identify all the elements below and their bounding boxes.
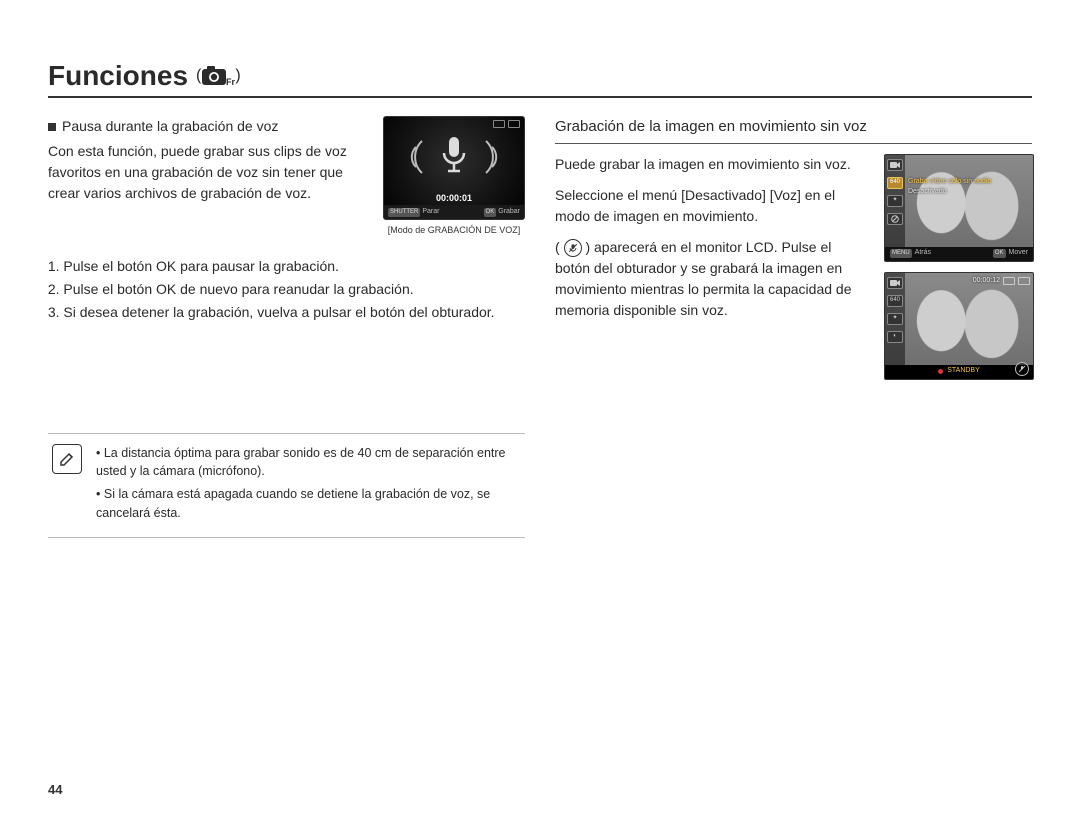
standby-top-status: 00:00:12 (973, 276, 1030, 287)
content-columns: Pausa durante la grabación de voz Con es… (48, 116, 1032, 538)
menu-footer-right: OKMover (993, 248, 1028, 259)
note-item: Si la cámara está apagada cuando se deti… (96, 485, 521, 523)
voice-screen: 00:00:01 SHUTTER Parar OK Grabar (383, 116, 525, 220)
right-heading: Grabación de la imagen en movimiento sin… (555, 116, 1032, 144)
footer-left-action: SHUTTER Parar (388, 207, 439, 218)
bullet-square-icon (48, 123, 56, 131)
ok-key-badge: OK (993, 249, 1006, 258)
left-column: Pausa durante la grabación de voz Con es… (48, 116, 525, 538)
title-camera-fn-icon: ( Fn ) (196, 65, 241, 87)
couple-photo-bg (885, 273, 1033, 379)
left-intro-block: Pausa durante la grabación de voz Con es… (48, 116, 525, 238)
battery-icon (1018, 277, 1030, 285)
page-title-row: Funciones ( Fn ) (48, 60, 1032, 98)
step-item: Si desea detener la grabación, vuelva a … (63, 302, 525, 323)
right-p1: Puede grabar la imagen en movimiento sin… (555, 154, 870, 175)
steps-list: Pulse el botón OK para pausar la grabaci… (48, 256, 525, 323)
menu-title-line: Graba vídeo sólo sin audio (908, 177, 991, 188)
left-icon-strip: 640 ✦ (885, 155, 905, 247)
right-column: Grabación de la imagen en movimiento sin… (555, 116, 1032, 538)
record-dot-icon (938, 369, 943, 374)
voice-screen-footer: SHUTTER Parar OK Grabar (384, 205, 524, 219)
resolution-badge: 640 (887, 177, 903, 189)
left-icon-strip: 640 ✦ ◐ (885, 273, 905, 365)
shutter-key-badge: SHUTTER (388, 208, 420, 217)
page-number: 44 (48, 782, 62, 797)
menu-footer-left: MENUAtrás (890, 248, 931, 259)
recording-timer: 00:00:01 (384, 192, 524, 206)
sound-waves-left-icon (402, 137, 428, 183)
fps-icon: ✦ (887, 313, 903, 325)
voice-thumb-caption: [Modo de GRABACIÓN DE VOZ] (383, 224, 525, 238)
step-item: Pulse el botón OK de nuevo para reanudar… (63, 279, 525, 300)
mic-muted-icon (564, 239, 582, 257)
menu-overlay-text: Graba vídeo sólo sin audio Desactivado (908, 177, 991, 198)
screen-top-status-icons (493, 120, 520, 128)
left-bullet-heading: Pausa durante la grabación de voz (48, 116, 369, 137)
right-p2a: Seleccione el menú [Desactivado] [Voz] e… (555, 185, 870, 227)
mode-icon (887, 159, 903, 171)
standby-label: STANDBY (947, 366, 980, 377)
mode-icon (887, 277, 903, 289)
resolution-badge: 640 (887, 295, 903, 307)
right-thumbnails: 640 ✦ Graba vídeo sólo sin audio Desacti… (884, 154, 1032, 380)
note-item: La distancia óptima para grabar sonido e… (96, 444, 521, 482)
menu-key-badge: MENU (890, 249, 912, 258)
ok-key-badge: OK (484, 208, 497, 217)
card-icon (1003, 277, 1015, 285)
sound-waves-right-icon (480, 137, 506, 183)
microphone-icon (439, 135, 469, 185)
fps-icon: ✦ (887, 195, 903, 207)
left-intro-paragraph: Con esta función, puede grabar sus clips… (48, 141, 369, 204)
manual-page: Funciones ( Fn ) Pausa durante la grabac… (0, 0, 1080, 815)
standby-screen-thumb: 00:00:12 640 ✦ ◐ STANDBY (884, 272, 1034, 380)
couple-photo-bg (885, 155, 1033, 261)
right-body: Puede grabar la imagen en movimiento sin… (555, 154, 1032, 380)
page-title: Funciones (48, 60, 188, 92)
card-icon (508, 120, 520, 128)
note-box: La distancia óptima para grabar sonido e… (48, 433, 525, 538)
note-pencil-icon (52, 444, 82, 474)
wb-icon: ◐ (887, 331, 903, 343)
mic-off-icon (887, 213, 903, 225)
battery-icon (493, 120, 505, 128)
note-list: La distancia óptima para grabar sonido e… (96, 444, 521, 527)
menu-selected-line: Desactivado (908, 187, 991, 198)
standby-bar: STANDBY (885, 365, 1033, 379)
menu-screen-thumb: 640 ✦ Graba vídeo sólo sin audio Desacti… (884, 154, 1034, 262)
mute-indicator-icon (1015, 362, 1029, 376)
right-p2b: ( ) aparecerá en el monitor LCD. Pulse e… (555, 237, 870, 321)
step-item: Pulse el botón OK para pausar la grabaci… (63, 256, 525, 277)
footer-right-action: OK Grabar (484, 207, 520, 218)
menu-footer: MENUAtrás OKMover (885, 247, 1033, 261)
voice-recording-thumbnail: 00:00:01 SHUTTER Parar OK Grabar (383, 116, 525, 238)
svg-text:Fn: Fn (226, 77, 235, 87)
timecode: 00:00:12 (973, 276, 1000, 287)
